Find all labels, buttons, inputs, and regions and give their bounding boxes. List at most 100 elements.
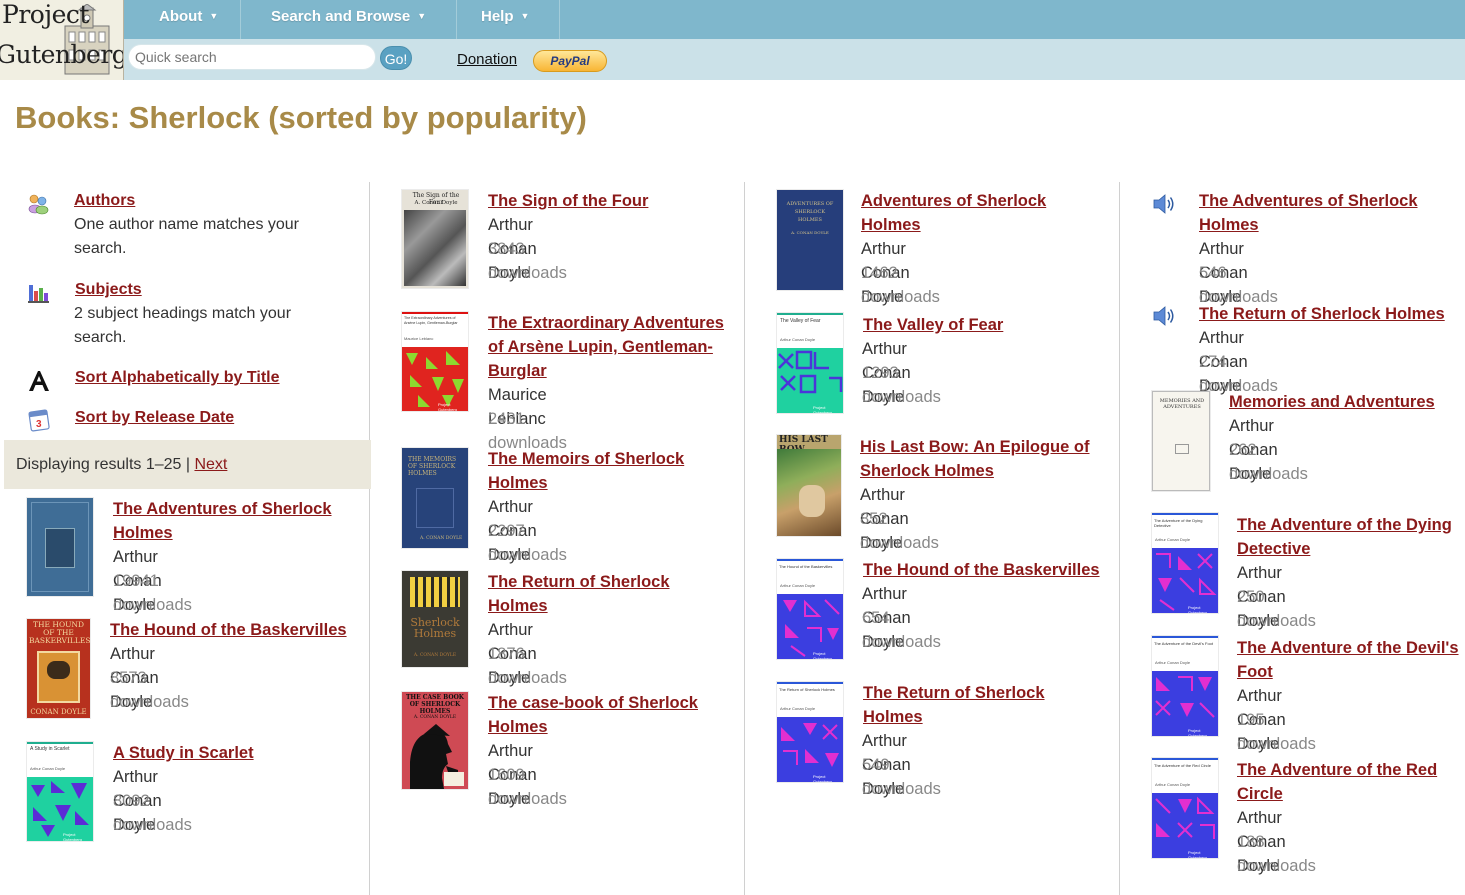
book-downloads: 1609 downloads [488, 766, 567, 808]
cover-author-text: Maurice Leblanc [404, 336, 434, 341]
book-title-link[interactable]: The Adventure of the Dying Detective [1237, 513, 1462, 561]
cover-title-text: MEMORIES AND ADVENTURES [1159, 398, 1205, 410]
subjects-link[interactable]: Subjects [75, 281, 142, 299]
book-downloads: 1876 downloads [488, 645, 567, 687]
authors-icon [28, 194, 49, 215]
book-cover[interactable]: Sherlock Holmes A. CONAN DOYLE [402, 571, 468, 667]
nav-search-browse[interactable]: Search and Browse ▼ [271, 0, 426, 39]
book-downloads: 852 downloads [860, 510, 939, 552]
cover-author-text: Arthur Conan Doyle [1155, 660, 1191, 665]
book-title-link[interactable]: The Adventures of Sherlock Holmes [113, 497, 353, 545]
book-title-link[interactable]: The Memoirs of Sherlock Holmes [488, 447, 728, 495]
book-cover[interactable]: MEMORIES AND ADVENTURES [1152, 391, 1210, 491]
book-cover[interactable]: The Valley of Fear Arthur Conan Doyle Pr… [777, 313, 843, 413]
book-cover[interactable]: The Adventure of the Red Circle Arthur C… [1152, 758, 1218, 858]
book-title-link[interactable]: The Sign of the Four [488, 189, 728, 213]
cover-pattern [1152, 671, 1218, 736]
cover-author-text: Arthur Conan Doyle [780, 583, 816, 588]
book-cover[interactable]: ADVENTURES OF SHERLOCK HOLMES A. CONAN D… [777, 190, 843, 290]
book-cover[interactable]: The Sign of the Four A. Conan Doyle [402, 190, 468, 288]
book-title-link[interactable]: His Last Bow: An Epilogue of Sherlock Ho… [860, 435, 1100, 483]
cover-footer-text: Project Gutenberg [63, 832, 82, 841]
book-cover[interactable]: THE HOUND OF THE BASKERVILLES CONAN DOYL… [27, 619, 90, 718]
nav-help[interactable]: Help ▼ [481, 0, 529, 39]
go-button[interactable]: Go! [380, 46, 412, 70]
paypal-button[interactable]: PayPal [533, 50, 607, 72]
cover-footer-text: Project Gutenberg [813, 774, 832, 782]
book-title-link[interactable]: The Hound of the Baskervilles [110, 618, 360, 642]
cover-author-text: Arthur Conan Doyle [780, 706, 816, 711]
book-title-link[interactable]: Memories and Adventures [1229, 390, 1459, 414]
nav-search-browse-label: Search and Browse [271, 8, 411, 25]
book-title-link[interactable]: The Adventures of Sherlock Holmes [1199, 189, 1439, 237]
donation-link[interactable]: Donation [457, 51, 517, 68]
sort-by-title-link[interactable]: Sort Alphabetically by Title [75, 369, 280, 387]
nav-about[interactable]: About ▼ [159, 0, 218, 39]
cover-title-text: ADVENTURES OF SHERLOCK HOLMES [786, 201, 834, 223]
book-cover[interactable]: The Adventure of the Dying Detective Art… [1152, 513, 1218, 613]
book-cover[interactable]: The Return of Sherlock Holmes Arthur Con… [777, 682, 843, 782]
cover-pattern [777, 348, 843, 413]
cover-author-text: Arthur Conan Doyle [1155, 782, 1191, 787]
cover-author-text: A. Conan Doyle [414, 200, 458, 206]
book-title-link[interactable]: The Return of Sherlock Holmes [1199, 302, 1459, 326]
book-cover[interactable]: The Hound of the Baskervilles Arthur Con… [777, 559, 843, 659]
book-downloads: 1293 downloads [862, 364, 941, 406]
cover-footer-text: Project Gutenberg [1188, 850, 1207, 858]
nav-help-label: Help [481, 8, 514, 25]
book-cover[interactable]: HIS LAST BOW [777, 435, 841, 536]
project-gutenberg-logo[interactable]: Project Gutenberg [0, 0, 124, 80]
sort-by-release-date-link[interactable]: Sort by Release Date [75, 409, 234, 427]
book-title-link[interactable]: The Return of Sherlock Holmes [863, 681, 1103, 729]
book-downloads: 250 downloads [1237, 588, 1316, 630]
cover-title-text: The Adventure of the Red Circle [1154, 763, 1211, 768]
book-downloads: 188 downloads [1237, 833, 1316, 875]
book-downloads: 3843 downloads [488, 240, 567, 282]
cover-author-text: Arthur Conan Doyle [30, 766, 66, 771]
nav-about-label: About [159, 8, 203, 25]
next-page-link[interactable]: Next [194, 456, 227, 473]
results-pagination: Displaying results 1–25 | Next [4, 440, 371, 489]
subjects-icon [28, 285, 49, 303]
nav-divider [456, 0, 457, 39]
book-title-link[interactable]: The Adventure of the Devil's Foot [1237, 636, 1462, 684]
book-title-link[interactable]: The Hound of the Baskervilles [863, 558, 1103, 582]
caret-down-icon: ▼ [209, 11, 219, 21]
book-title-link[interactable]: A Study in Scarlet [113, 741, 353, 765]
page-title: Books: Sherlock (sorted by popularity) [15, 100, 587, 135]
audio-book-icon [1153, 194, 1174, 214]
cover-title-text: THE HOUND OF THE BASKERVILLES [29, 620, 90, 645]
book-downloads: 8573 downloads [110, 669, 189, 711]
column-divider [369, 182, 370, 895]
nav-divider [559, 0, 560, 39]
cover-author-text: A. CONAN DOYLE [791, 230, 829, 235]
book-downloads: 1462 downloads [861, 264, 940, 306]
svg-text:3: 3 [36, 419, 42, 430]
book-downloads: 549 downloads [862, 756, 941, 798]
book-title-link[interactable]: The Extraordinary Adventures of Arsène L… [488, 311, 728, 383]
cover-title-text: A Study in Scarlet [30, 746, 70, 752]
book-downloads: 195 downloads [1237, 711, 1316, 753]
book-title-link[interactable]: The Adventure of the Red Circle [1237, 758, 1462, 806]
book-title-link[interactable]: Adventures of Sherlock Holmes [861, 189, 1101, 237]
cover-title-text: The Return of Sherlock Holmes [779, 687, 835, 692]
column-divider [744, 182, 745, 895]
cover-footer-text: Project Gutenberg [438, 402, 457, 411]
book-title-link[interactable]: The case-book of Sherlock Holmes [488, 691, 728, 739]
book-cover[interactable]: The Adventure of the Devil's Foot Arthur… [1152, 636, 1218, 736]
book-cover[interactable]: THE CASE BOOK OF SHERLOCK HOLMES A. CONA… [402, 692, 468, 789]
book-cover[interactable]: THE MEMOIRS OF SHERLOCK HOLMES A. CONAN … [402, 448, 468, 548]
authors-description: One author name matches your search. [74, 216, 300, 257]
cover-author-text: CONAN DOYLE [30, 708, 87, 716]
book-title-link[interactable]: The Return of Sherlock Holmes [488, 570, 728, 618]
authors-link[interactable]: Authors [74, 192, 135, 210]
book-title-link[interactable]: The Valley of Fear [863, 313, 1103, 337]
cover-title-text: The Adventure of the Devil's Foot [1154, 641, 1214, 646]
book-cover[interactable]: The Extraordinary Adventures of Arsène L… [402, 312, 468, 411]
cover-footer-text: Project Gutenberg [813, 405, 832, 413]
book-cover[interactable]: A Study in Scarlet Arthur Conan Doyle Pr… [27, 742, 93, 841]
quick-search-input[interactable] [128, 44, 376, 70]
cover-author-text: Arthur Conan Doyle [780, 337, 816, 342]
book-downloads: 262 downloads [1229, 441, 1308, 483]
book-cover[interactable] [27, 498, 93, 596]
